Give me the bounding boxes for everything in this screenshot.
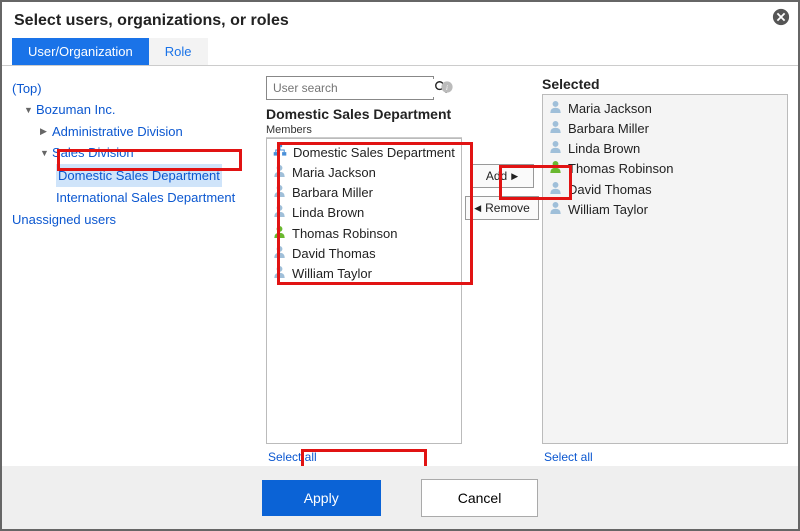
list-item-label: Domestic Sales Department	[293, 143, 455, 163]
user-icon	[549, 119, 562, 139]
list-item-label: David Thomas	[568, 180, 652, 200]
user-icon	[273, 224, 286, 244]
selected-heading: Selected	[542, 76, 788, 94]
tree-unassigned-users[interactable]: Unassigned users	[12, 209, 116, 230]
list-item[interactable]: Domestic Sales Department	[273, 143, 455, 163]
members-label: Members	[266, 124, 462, 138]
dialog-title: Select users, organizations, or roles	[2, 2, 798, 38]
list-item[interactable]: Thomas Robinson	[273, 224, 455, 244]
list-item[interactable]: William Taylor	[273, 264, 455, 284]
list-item[interactable]: Thomas Robinson	[549, 159, 781, 179]
user-icon	[273, 203, 286, 223]
user-icon	[273, 163, 286, 183]
tree-node-bozuman[interactable]: Bozuman Inc.	[36, 99, 116, 120]
list-item-label: Maria Jackson	[292, 163, 376, 183]
tree-node-domestic-sales[interactable]: Domestic Sales Department	[56, 164, 222, 187]
user-icon	[273, 183, 286, 203]
org-icon	[273, 143, 287, 163]
cancel-button[interactable]: Cancel	[421, 479, 539, 517]
transfer-buttons: Add ▶ ◀ Remove	[468, 76, 536, 464]
tree-node-sales-division[interactable]: Sales Division	[52, 142, 134, 163]
chevron-down-icon[interactable]: ▼	[24, 103, 34, 118]
add-button-label: Add	[486, 169, 507, 183]
remove-button-label: Remove	[485, 201, 530, 215]
dialog-body: (Top) ▼ Bozuman Inc. ▶ Administrative Di…	[2, 66, 798, 466]
user-icon	[549, 200, 562, 220]
tabs: User/Organization Role	[2, 38, 798, 66]
members-list: Domestic Sales DepartmentMaria JacksonBa…	[266, 138, 462, 444]
list-item[interactable]: Linda Brown	[549, 139, 781, 159]
list-item-label: William Taylor	[568, 200, 648, 220]
user-icon	[273, 244, 286, 264]
tree-node-international-sales[interactable]: International Sales Department	[56, 187, 235, 208]
dialog-footer: Apply Cancel	[2, 466, 798, 529]
members-heading: Domestic Sales Department	[266, 106, 462, 122]
list-item[interactable]: David Thomas	[549, 180, 781, 200]
selected-list: Maria JacksonBarbara MillerLinda BrownTh…	[542, 94, 788, 444]
list-item-label: William Taylor	[292, 264, 372, 284]
list-item-label: Barbara Miller	[292, 183, 373, 203]
list-item[interactable]: Maria Jackson	[549, 99, 781, 119]
list-item[interactable]: Barbara Miller	[273, 183, 455, 203]
list-item-label: Maria Jackson	[568, 99, 652, 119]
list-item-label: Barbara Miller	[568, 119, 649, 139]
list-item[interactable]: Barbara Miller	[549, 119, 781, 139]
list-item-label: Linda Brown	[568, 139, 640, 159]
chevron-left-icon: ◀	[474, 203, 481, 214]
close-icon[interactable]	[772, 8, 790, 26]
chevron-right-icon: ▶	[511, 171, 518, 182]
chevron-down-icon[interactable]: ▼	[40, 146, 50, 161]
user-icon	[273, 264, 286, 284]
user-icon	[549, 159, 562, 179]
selected-select-all[interactable]: Select all	[544, 450, 593, 464]
list-item[interactable]: William Taylor	[549, 200, 781, 220]
members-column: i Domestic Sales Department Members Dome…	[266, 76, 462, 464]
dialog: Select users, organizations, or roles Us…	[0, 0, 800, 531]
list-item[interactable]: David Thomas	[273, 244, 455, 264]
info-icon[interactable]: i	[440, 80, 454, 97]
list-item-label: Thomas Robinson	[568, 159, 674, 179]
add-button[interactable]: Add ▶	[470, 164, 534, 188]
tree-node-administrative[interactable]: Administrative Division	[52, 121, 183, 142]
svg-text:i: i	[446, 82, 448, 91]
org-tree: (Top) ▼ Bozuman Inc. ▶ Administrative Di…	[12, 76, 260, 464]
chevron-right-icon[interactable]: ▶	[40, 124, 50, 139]
selected-column: Selected Maria JacksonBarbara MillerLind…	[542, 76, 788, 464]
tab-role[interactable]: Role	[149, 38, 208, 65]
apply-button[interactable]: Apply	[262, 480, 381, 516]
user-icon	[549, 180, 562, 200]
user-icon	[549, 99, 562, 119]
list-item[interactable]: Linda Brown	[273, 203, 455, 223]
list-item-label: Linda Brown	[292, 203, 364, 223]
remove-button[interactable]: ◀ Remove	[465, 196, 539, 220]
members-select-all[interactable]: Select all	[268, 450, 317, 464]
search-input-wrapper	[266, 76, 434, 100]
list-item[interactable]: Maria Jackson	[273, 163, 455, 183]
user-icon	[549, 139, 562, 159]
tree-top-link[interactable]: (Top)	[12, 78, 42, 99]
list-item-label: David Thomas	[292, 244, 376, 264]
list-item-label: Thomas Robinson	[292, 224, 398, 244]
search-input[interactable]	[267, 79, 434, 97]
tab-user-organization[interactable]: User/Organization	[12, 38, 149, 65]
